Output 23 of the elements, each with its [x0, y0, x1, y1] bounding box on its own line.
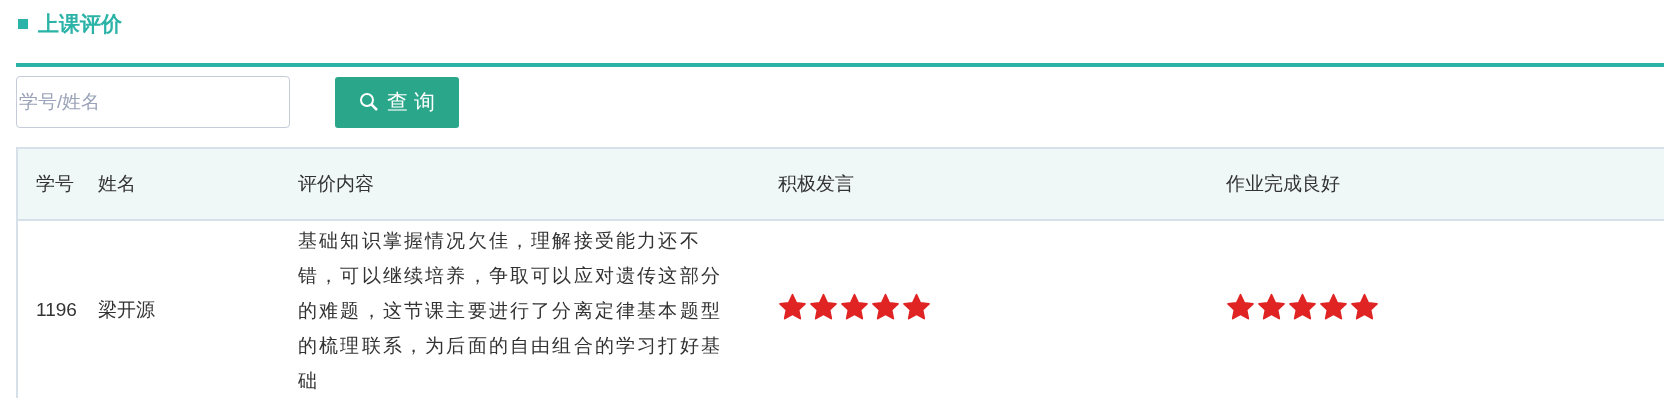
star-icon — [1257, 292, 1286, 322]
column-header: 学号 — [36, 173, 74, 194]
star-icon — [809, 292, 838, 322]
column-header: 姓名 — [98, 173, 136, 194]
column-header: 作业完成良好 — [1226, 173, 1340, 194]
star-icon — [1319, 292, 1348, 322]
comment-text: 基础知识掌握情况欠佳，理解接受能力还不错，可以继续培养，争取可以应对遗传这部分的难题，这节课主要进行了分离定律基本题型的梳理联系，为后面的自由组合的学习打好基础 — [298, 229, 723, 393]
square-bullet-icon — [18, 19, 28, 29]
star-icon — [1226, 292, 1255, 322]
star-icon — [1288, 292, 1317, 322]
section-title: 上课评价 — [38, 11, 122, 37]
star-icon — [902, 292, 931, 322]
star-icon — [1350, 292, 1379, 322]
star-icon — [840, 292, 869, 322]
student-name: 梁开源 — [98, 298, 155, 320]
star-icon — [778, 292, 807, 322]
star-icon — [871, 292, 900, 322]
search-icon — [359, 92, 380, 112]
column-header: 积极发言 — [778, 173, 854, 194]
search-field[interactable]: 学号/姓名 — [16, 76, 290, 128]
search-button[interactable]: 查 询 — [335, 76, 459, 128]
column-header: 评价内容 — [298, 173, 374, 194]
student-id: 1196 — [36, 298, 77, 320]
